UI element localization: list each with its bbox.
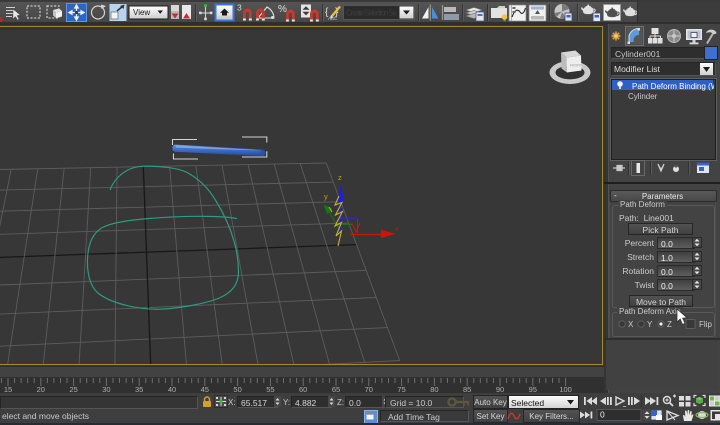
svg-text:Create Selection Se: Create Selection Se: [346, 9, 398, 18]
svg-text:30: 30: [102, 385, 110, 393]
svg-text:55: 55: [266, 385, 274, 393]
svg-text:15: 15: [4, 385, 12, 393]
svg-text:100: 100: [559, 385, 572, 393]
svg-text:FRONT: FRONT: [570, 64, 583, 68]
svg-text:20: 20: [37, 385, 45, 393]
svg-text:0: 0: [600, 410, 605, 420]
svg-text:x: x: [395, 226, 399, 233]
svg-text:y: y: [324, 192, 328, 201]
svg-text:70: 70: [365, 385, 373, 393]
svg-text:Flip: Flip: [699, 320, 712, 329]
svg-text:60: 60: [299, 385, 307, 393]
svg-text:85: 85: [463, 385, 471, 393]
svg-text:35: 35: [135, 385, 143, 393]
svg-text:z: z: [338, 173, 342, 182]
svg-text:Y: Y: [647, 320, 653, 329]
svg-text:75: 75: [397, 385, 405, 393]
svg-text:50: 50: [233, 385, 241, 393]
svg-text:%: %: [278, 4, 287, 15]
svg-text:View: View: [133, 8, 150, 17]
svg-text:80: 80: [430, 385, 438, 393]
svg-text:X: X: [628, 320, 634, 329]
svg-text:65: 65: [332, 385, 340, 393]
svg-text:95: 95: [529, 385, 537, 393]
svg-text:90: 90: [496, 385, 504, 393]
svg-text:Z: Z: [667, 320, 672, 329]
svg-text:ABC: ABC: [328, 16, 338, 21]
svg-text:40: 40: [168, 385, 176, 393]
svg-text:3: 3: [237, 3, 242, 13]
svg-text:45: 45: [201, 385, 209, 393]
svg-text:25: 25: [69, 385, 77, 393]
